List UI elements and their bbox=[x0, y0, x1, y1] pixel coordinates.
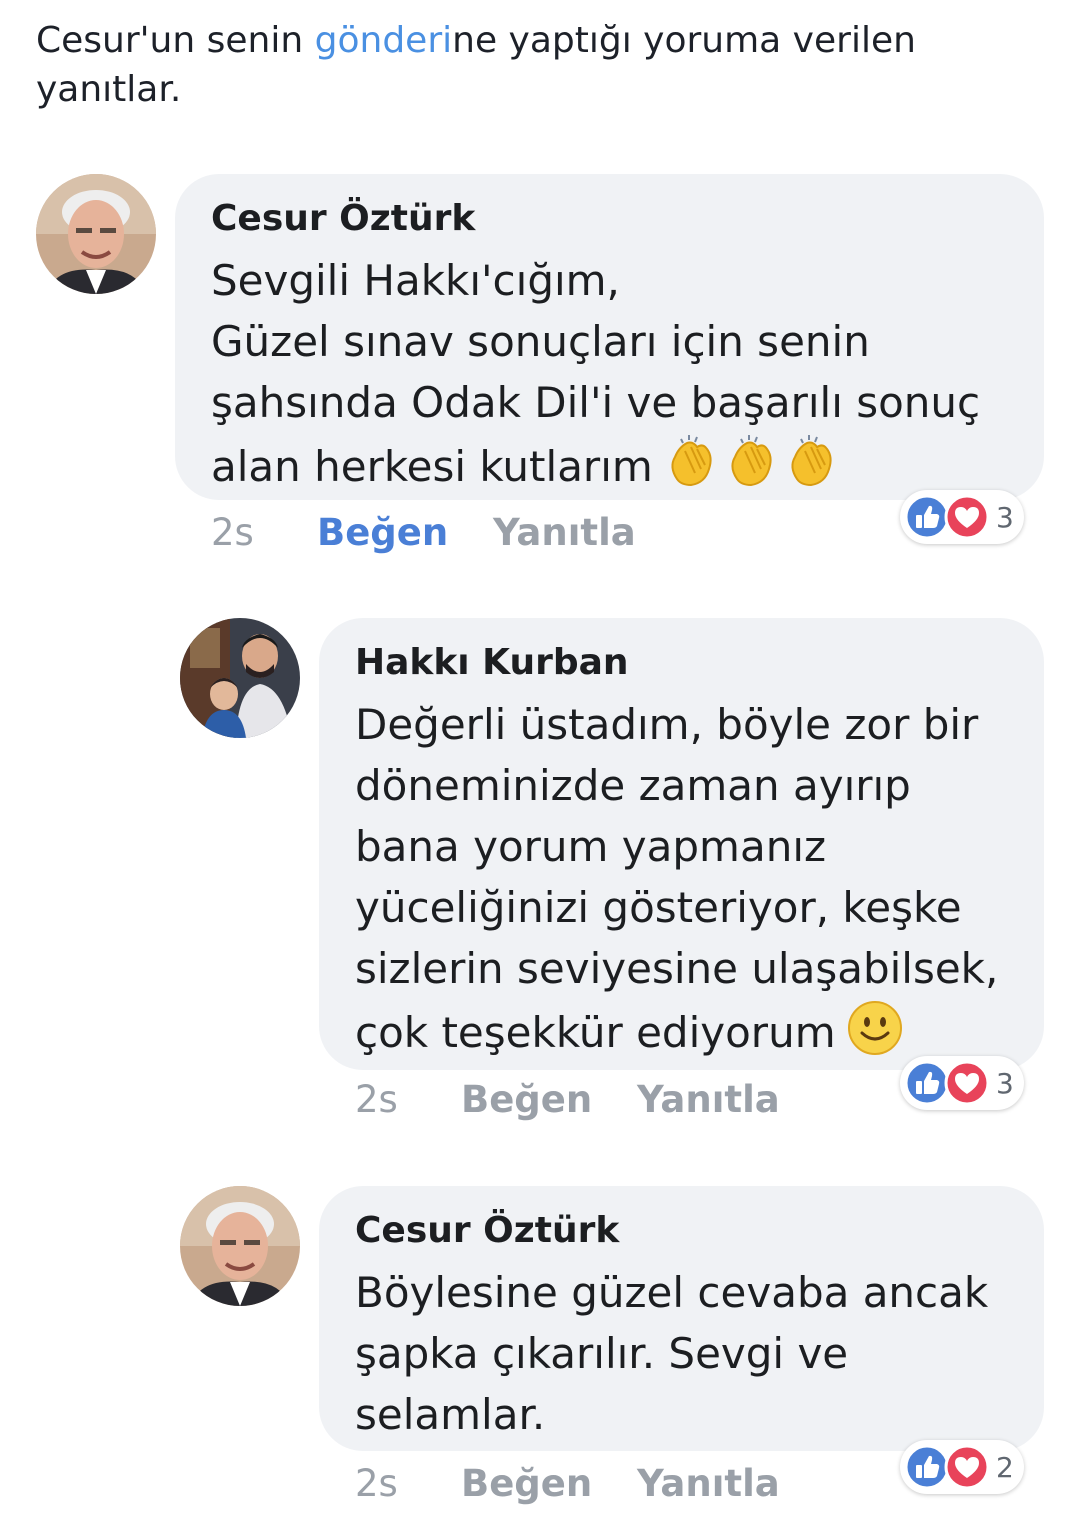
reply-button[interactable]: Yanıtla bbox=[637, 1077, 780, 1123]
reaction-summary[interactable]: 2 bbox=[900, 1440, 1024, 1494]
comment-timestamp[interactable]: 2s bbox=[211, 510, 317, 556]
like-button[interactable]: Beğen bbox=[317, 510, 493, 556]
reaction-count: 3 bbox=[996, 500, 1014, 534]
like-button[interactable]: Beğen bbox=[461, 1461, 637, 1507]
comment-timestamp[interactable]: 2s bbox=[355, 1077, 461, 1123]
comment-line-last: alan herkesi kutlarım bbox=[211, 433, 1008, 497]
heart-icon bbox=[944, 1060, 990, 1106]
clapping-hands-icon bbox=[671, 435, 712, 487]
clapping-hands-emoji-group bbox=[663, 433, 843, 489]
comment-actions: 2s Beğen Yanıtla bbox=[211, 510, 636, 556]
comment-line: Değerli üstadım, böyle zor bir bbox=[355, 700, 979, 749]
comment-line: Böylesine güzel cevaba ancak bbox=[355, 1268, 989, 1317]
comment-line: alan herkesi kutlarım bbox=[211, 442, 653, 491]
header-prefix: Cesur'un senin bbox=[36, 20, 315, 61]
comment-line: şahsında Odak Dil'i ve başarılı sonuç bbox=[211, 378, 981, 427]
comment-bubble: Cesur Öztürk Sevgili Hakkı'cığım, Güzel … bbox=[175, 174, 1044, 500]
reaction-count: 2 bbox=[996, 1450, 1014, 1484]
comment-author[interactable]: Cesur Öztürk bbox=[211, 196, 1008, 242]
comment-actions: 2s Beğen Yanıtla bbox=[355, 1461, 780, 1507]
comment-line: şapka çıkarılır. Sevgi ve bbox=[355, 1329, 849, 1378]
comment-line: selamlar. bbox=[355, 1390, 546, 1439]
reply-button[interactable]: Yanıtla bbox=[493, 510, 636, 556]
smiling-face-icon bbox=[846, 999, 904, 1073]
avatar-cesur-ozturk[interactable] bbox=[36, 174, 156, 294]
reply-bubble: Hakkı Kurban Değerli üstadım, böyle zor … bbox=[319, 618, 1044, 1070]
reply-button[interactable]: Yanıtla bbox=[637, 1461, 780, 1507]
like-button[interactable]: Beğen bbox=[461, 1077, 637, 1123]
avatar-cesur-ozturk[interactable] bbox=[180, 1186, 300, 1306]
comment-line: yüceliğinizi gösteriyor, keşke bbox=[355, 883, 962, 932]
comment-actions: 2s Beğen Yanıtla bbox=[355, 1077, 780, 1123]
header-suffix: ne yaptığı yoruma verilen bbox=[452, 20, 916, 61]
header-line2: yanıtlar. bbox=[36, 69, 182, 110]
comment-text: Sevgili Hakkı'cığım, Güzel sınav sonuçla… bbox=[211, 250, 1008, 497]
comment-author[interactable]: Cesur Öztürk bbox=[355, 1208, 1008, 1254]
reply-bubble: Cesur Öztürk Böylesine güzel cevaba anca… bbox=[319, 1186, 1044, 1451]
comment-text: Değerli üstadım, böyle zor bir döneminiz… bbox=[355, 694, 1008, 1073]
reaction-summary[interactable]: 3 bbox=[900, 490, 1024, 544]
comment-line: bana yorum yapmanız bbox=[355, 822, 827, 871]
comment-line: çok teşekkür ediyorum bbox=[355, 1008, 836, 1057]
comment-line: sizlerin seviyesine ulaşabilsek, bbox=[355, 944, 999, 993]
heart-icon bbox=[944, 1444, 990, 1490]
heart-icon bbox=[944, 494, 990, 540]
post-link[interactable]: gönderi bbox=[315, 20, 453, 61]
comment-author[interactable]: Hakkı Kurban bbox=[355, 640, 1008, 686]
comment-timestamp[interactable]: 2s bbox=[355, 1461, 461, 1507]
comment-line: döneminizde zaman ayırıp bbox=[355, 761, 911, 810]
avatar-hakki-kurban[interactable] bbox=[180, 618, 300, 738]
comment-line: Güzel sınav sonuçları için senin bbox=[211, 317, 870, 366]
clapping-hands-icon bbox=[731, 435, 772, 487]
notification-header: Cesur'un senin gönderine yaptığı yoruma … bbox=[36, 16, 1036, 114]
comment-line: Sevgili Hakkı'cığım, bbox=[211, 256, 620, 305]
reaction-count: 3 bbox=[996, 1066, 1014, 1100]
clapping-hands-icon bbox=[791, 435, 832, 487]
reaction-summary[interactable]: 3 bbox=[900, 1056, 1024, 1110]
comment-text: Böylesine güzel cevaba ancak şapka çıkar… bbox=[355, 1262, 1008, 1445]
